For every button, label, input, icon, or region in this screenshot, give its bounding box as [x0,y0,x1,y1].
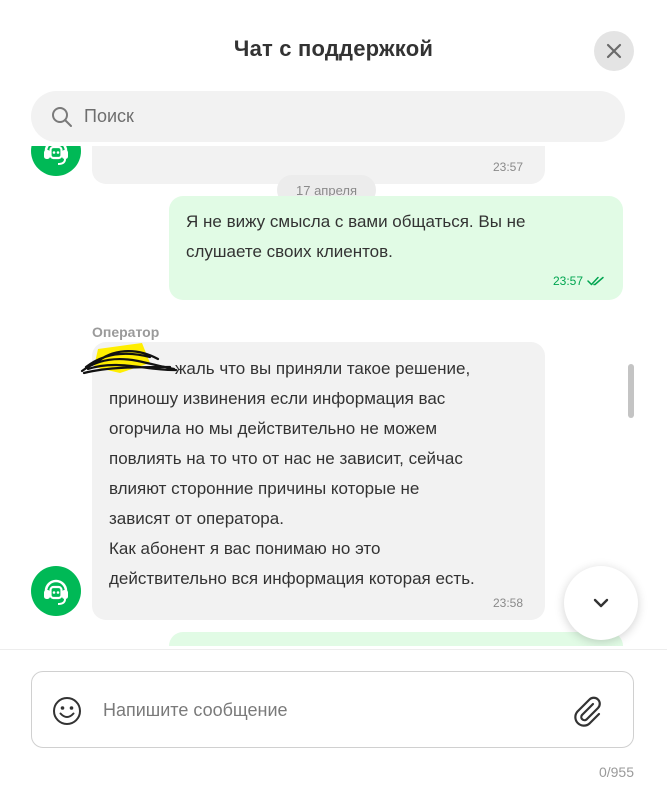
outgoing-message-bubble: Я не вижу смысла с вами общаться. Вы не … [169,196,623,300]
message-list[interactable]: 23:57 17 апреля Я не вижу смысла с вами … [0,146,667,646]
message-placeholder: Напишите сообщение [103,700,288,720]
scroll-down-button[interactable] [564,566,638,640]
scrollbar-thumb[interactable] [628,364,634,418]
composer-divider [0,649,667,650]
close-button[interactable] [594,31,634,71]
incoming-message-bubble: жаль что вы приняли такое решение, прино… [92,342,545,620]
operator-headset-icon [44,579,68,605]
chat-header: Чат с поддержкой [0,0,667,92]
message-time: 23:58 [492,596,523,610]
close-icon [606,43,622,59]
double-check-icon [587,276,604,286]
search-input[interactable]: Поиск [31,91,625,142]
message-input[interactable]: Напишите сообщение [31,671,634,748]
message-text: Я не вижу смысла с вами общаться. Вы не … [186,212,526,261]
char-counter: 0/955 [598,764,634,780]
operator-avatar [31,146,81,176]
chevron-down-icon [593,598,609,608]
redaction-scribble [80,343,178,375]
message-time: 23:57 [552,274,583,288]
paperclip-icon[interactable] [569,693,605,729]
emoji-icon[interactable] [52,696,82,726]
search-placeholder: Поиск [84,106,134,126]
message-meta: 23:57 [553,274,605,288]
message-time: 23:57 [492,160,523,174]
message-text: жаль что вы приняли такое решение, прино… [109,359,475,588]
outgoing-message-bubble [169,632,623,646]
operator-headset-icon [44,146,68,165]
search-icon [51,106,73,128]
page-title: Чат с поддержкой [233,36,434,61]
operator-avatar [31,566,81,616]
